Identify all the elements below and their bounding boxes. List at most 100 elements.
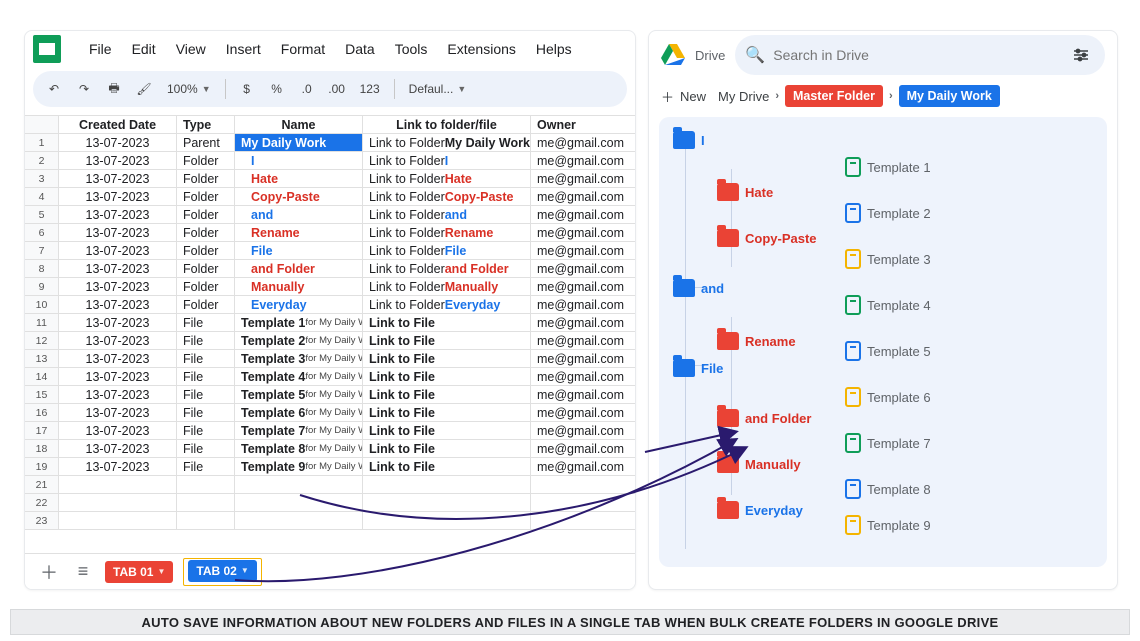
table-row[interactable]: 1213-07-2023FileTemplate 2 for My Daily … <box>25 332 635 350</box>
tab-02[interactable]: TAB 02▼ <box>188 560 256 582</box>
cell-date[interactable]: 13-07-2023 <box>59 458 177 476</box>
cell-link[interactable]: Link to File <box>363 332 531 350</box>
cell-type[interactable]: Folder <box>177 224 235 242</box>
cell-empty[interactable] <box>59 512 177 530</box>
menu-view[interactable]: View <box>166 35 216 63</box>
cell-type[interactable]: File <box>177 422 235 440</box>
cell-type[interactable]: Folder <box>177 242 235 260</box>
cell-link[interactable]: Link to File <box>363 350 531 368</box>
cell-link[interactable]: Link to File <box>363 314 531 332</box>
cell-name[interactable]: Template 6 for My Daily Work <box>235 404 363 422</box>
table-row[interactable]: 613-07-2023FolderRenameLink to Folder Re… <box>25 224 635 242</box>
row-number[interactable]: 5 <box>25 206 59 224</box>
cell-name[interactable]: Template 7 for My Daily Work <box>235 422 363 440</box>
cell-date[interactable]: 13-07-2023 <box>59 296 177 314</box>
cell-link[interactable]: Link to Folder I <box>363 152 531 170</box>
add-sheet-button[interactable]: ＋ <box>37 560 61 584</box>
cell-owner[interactable]: me@gmail.com <box>531 368 635 386</box>
row-number[interactable]: 14 <box>25 368 59 386</box>
file-template-8[interactable]: Template 8 <box>845 479 931 499</box>
cell-empty[interactable] <box>363 494 531 512</box>
cell-type[interactable]: Folder <box>177 206 235 224</box>
cell-link[interactable]: Link to File <box>363 440 531 458</box>
cell-type[interactable]: Parent <box>177 134 235 152</box>
folder-hate[interactable]: Hate <box>717 183 773 201</box>
cell-owner[interactable]: me@gmail.com <box>531 170 635 188</box>
cell-link[interactable]: Link to File <box>363 368 531 386</box>
table-row[interactable]: 1313-07-2023FileTemplate 3 for My Daily … <box>25 350 635 368</box>
percent-icon[interactable]: % <box>264 76 290 102</box>
table-row[interactable]: 1413-07-2023FileTemplate 4 for My Daily … <box>25 368 635 386</box>
cell-date[interactable]: 13-07-2023 <box>59 170 177 188</box>
zoom-dropdown[interactable]: 100%▼ <box>161 82 217 96</box>
cell-empty[interactable] <box>59 494 177 512</box>
row-number[interactable]: 4 <box>25 188 59 206</box>
cell-name[interactable]: Template 5 for My Daily Work <box>235 386 363 404</box>
cell-owner[interactable]: me@gmail.com <box>531 404 635 422</box>
folder-everyday[interactable]: Everyday <box>717 501 803 519</box>
cell-owner[interactable]: me@gmail.com <box>531 224 635 242</box>
row-number[interactable]: 21 <box>25 476 59 494</box>
table-row[interactable]: 22 <box>25 494 635 512</box>
file-template-1[interactable]: Template 1 <box>845 157 931 177</box>
row-number[interactable]: 11 <box>25 314 59 332</box>
cell-date[interactable]: 13-07-2023 <box>59 188 177 206</box>
cell-link[interactable]: Link to File <box>363 386 531 404</box>
paint-format-icon[interactable]: 🖌 <box>131 76 157 102</box>
cell-type[interactable]: File <box>177 458 235 476</box>
table-row[interactable]: 213-07-2023FolderILink to Folder Ime@gma… <box>25 152 635 170</box>
decrease-decimal-icon[interactable]: .0 <box>294 76 320 102</box>
cell-link[interactable]: Link to Folder Manually <box>363 278 531 296</box>
cell-name[interactable]: My Daily Work <box>235 134 363 152</box>
cell-date[interactable]: 13-07-2023 <box>59 152 177 170</box>
new-button[interactable]: ＋New <box>661 87 706 106</box>
cell-type[interactable]: File <box>177 314 235 332</box>
table-row[interactable]: 1113-07-2023FileTemplate 1 for My Daily … <box>25 314 635 332</box>
folder-i[interactable]: I <box>673 131 705 149</box>
menu-insert[interactable]: Insert <box>216 35 271 63</box>
cell-owner[interactable]: me@gmail.com <box>531 458 635 476</box>
file-template-4[interactable]: Template 4 <box>845 295 931 315</box>
cell-date[interactable]: 13-07-2023 <box>59 386 177 404</box>
print-icon[interactable]: 🖶 <box>101 76 127 102</box>
row-number[interactable]: 13 <box>25 350 59 368</box>
table-row[interactable]: 1613-07-2023FileTemplate 6 for My Daily … <box>25 404 635 422</box>
cell-type[interactable]: File <box>177 368 235 386</box>
cell-date[interactable]: 13-07-2023 <box>59 422 177 440</box>
file-template-2[interactable]: Template 2 <box>845 203 931 223</box>
row-number[interactable]: 15 <box>25 386 59 404</box>
cell-link[interactable]: Link to File <box>363 458 531 476</box>
cell-link[interactable]: Link to File <box>363 422 531 440</box>
folder-manually[interactable]: Manually <box>717 455 801 473</box>
cell-type[interactable]: Folder <box>177 152 235 170</box>
currency-icon[interactable]: $ <box>234 76 260 102</box>
table-row[interactable]: 413-07-2023FolderCopy-PasteLink to Folde… <box>25 188 635 206</box>
cell-link[interactable]: Link to Folder Copy-Paste <box>363 188 531 206</box>
cell-link[interactable]: Link to Folder Everyday <box>363 296 531 314</box>
undo-icon[interactable]: ↶ <box>41 76 67 102</box>
cell-date[interactable]: 13-07-2023 <box>59 440 177 458</box>
cell-date[interactable]: 13-07-2023 <box>59 368 177 386</box>
cell-date[interactable]: 13-07-2023 <box>59 242 177 260</box>
row-number[interactable]: 7 <box>25 242 59 260</box>
cell-date[interactable]: 13-07-2023 <box>59 206 177 224</box>
row-number[interactable]: 16 <box>25 404 59 422</box>
tab-01[interactable]: TAB 01▼ <box>105 561 173 583</box>
row-number[interactable]: 9 <box>25 278 59 296</box>
file-template-3[interactable]: Template 3 <box>845 249 931 269</box>
all-sheets-button[interactable]: ≡ <box>71 560 95 584</box>
cell-type[interactable]: Folder <box>177 296 235 314</box>
crumb-mydrive[interactable]: My Drive <box>718 89 769 104</box>
table-row[interactable]: 1013-07-2023FolderEverydayLink to Folder… <box>25 296 635 314</box>
table-row[interactable]: 713-07-2023FolderFileLink to Folder File… <box>25 242 635 260</box>
cell-name[interactable]: Rename <box>235 224 363 242</box>
cell-date[interactable]: 13-07-2023 <box>59 278 177 296</box>
col-created-date[interactable]: Created Date <box>59 116 177 134</box>
cell-name[interactable]: File <box>235 242 363 260</box>
cell-type[interactable]: Folder <box>177 188 235 206</box>
spreadsheet-grid[interactable]: Created Date Type Name Link to folder/fi… <box>25 115 635 545</box>
crumb-my-daily-work[interactable]: My Daily Work <box>899 85 1000 107</box>
font-dropdown[interactable]: Defaul...▼ <box>403 82 475 96</box>
cell-name[interactable]: Template 8 for My Daily Work <box>235 440 363 458</box>
crumb-master-folder[interactable]: Master Folder <box>785 85 883 107</box>
